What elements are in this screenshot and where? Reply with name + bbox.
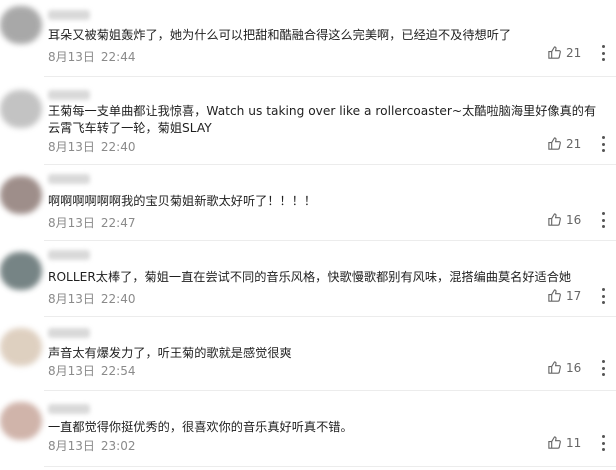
- more-options-icon[interactable]: [596, 212, 610, 228]
- like-button[interactable]: 17: [547, 288, 581, 303]
- avatar[interactable]: [0, 328, 42, 366]
- like-count: 21: [566, 45, 582, 60]
- comment-item: 王菊每一支单曲都让我惊喜，Watch us taking over like a…: [0, 80, 616, 160]
- thumbs-up-icon: [548, 289, 561, 302]
- like-count: 16: [566, 360, 582, 375]
- thumbs-up-icon: [548, 361, 561, 374]
- divider: [44, 76, 616, 77]
- like-button[interactable]: 16: [547, 212, 581, 227]
- divider: [44, 466, 616, 467]
- comment-time: 22:44: [100, 50, 136, 64]
- comment-timestamp: 8月13日 22:40: [48, 290, 136, 307]
- thumbs-up-icon: [548, 137, 561, 150]
- comment-item: 声音太有爆发力了，听王菊的歌就是感觉很爽 8月13日 22:54 16: [0, 320, 616, 390]
- comment-text: 一直都觉得你挺优秀的，很喜欢你的音乐真好听真不错。: [48, 420, 353, 434]
- username-blurred: [48, 404, 90, 414]
- like-button[interactable]: 11: [547, 435, 581, 450]
- comment-time: 22:40: [100, 140, 136, 154]
- like-button[interactable]: 21: [547, 136, 581, 151]
- username-blurred: [48, 10, 90, 20]
- more-options-icon[interactable]: [596, 288, 610, 304]
- comment-time: 23:02: [100, 439, 136, 453]
- divider: [44, 316, 616, 317]
- more-options-icon[interactable]: [596, 45, 610, 61]
- like-button[interactable]: 16: [547, 360, 581, 375]
- comment-text: 耳朵又被菊姐轰炸了，她为什么可以把甜和酷融合得这么完美啊，已经迫不及待想听了: [48, 28, 512, 42]
- like-count: 17: [566, 288, 582, 303]
- like-button[interactable]: 21: [547, 45, 581, 60]
- avatar[interactable]: [0, 90, 42, 128]
- comment-item: 耳朵又被菊姐轰炸了，她为什么可以把甜和酷融合得这么完美啊，已经迫不及待想听了 8…: [0, 0, 616, 64]
- thumbs-up-icon: [548, 46, 561, 59]
- more-options-icon[interactable]: [596, 435, 610, 451]
- divider: [44, 164, 616, 165]
- comment-list: 耳朵又被菊姐轰炸了，她为什么可以把甜和酷融合得这么完美啊，已经迫不及待想听了 8…: [0, 0, 616, 470]
- comment-time: 22:40: [100, 292, 136, 306]
- comment-item: 一直都觉得你挺优秀的，很喜欢你的音乐真好听真不错。 8月13日 23:02 11: [0, 394, 616, 468]
- comment-date: 8月13日: [48, 50, 95, 64]
- comment-text: 啊啊啊啊啊啊我的宝贝菊姐新歌太好听了！！！！: [48, 194, 317, 208]
- comment-item: ROLLER太棒了，菊姐一直在尝试不同的音乐风格，快歌慢歌都别有风味，混搭编曲莫…: [0, 244, 616, 312]
- comment-timestamp: 8月13日 23:02: [48, 437, 136, 454]
- thumbs-up-icon: [548, 436, 561, 449]
- comment-text: ROLLER太棒了，菊姐一直在尝试不同的音乐风格，快歌慢歌都别有风味，混搭编曲莫…: [48, 270, 572, 284]
- like-count: 16: [566, 212, 582, 227]
- more-options-icon[interactable]: [596, 360, 610, 376]
- comment-date: 8月13日: [48, 216, 95, 230]
- comment-timestamp: 8月13日 22:47: [48, 214, 136, 231]
- divider: [44, 240, 616, 241]
- avatar[interactable]: [0, 6, 42, 44]
- more-options-icon[interactable]: [596, 136, 610, 152]
- comment-date: 8月13日: [48, 364, 95, 378]
- comment-text: 王菊每一支单曲都让我惊喜，Watch us taking over like a…: [48, 104, 597, 135]
- comment-text: 声音太有爆发力了，听王菊的歌就是感觉很爽: [48, 346, 292, 360]
- comment-date: 8月13日: [48, 292, 95, 306]
- username-blurred: [48, 250, 90, 260]
- comment-time: 22:54: [100, 364, 136, 378]
- comment-date: 8月13日: [48, 439, 95, 453]
- comment-timestamp: 8月13日 22:54: [48, 362, 136, 379]
- username-blurred: [48, 174, 90, 184]
- comment-time: 22:47: [100, 216, 136, 230]
- comment-date: 8月13日: [48, 140, 95, 154]
- like-count: 11: [566, 435, 582, 450]
- like-count: 21: [566, 136, 582, 151]
- comment-item: 啊啊啊啊啊啊我的宝贝菊姐新歌太好听了！！！！ 8月13日 22:47 16: [0, 168, 616, 236]
- thumbs-up-icon: [548, 213, 561, 226]
- comment-timestamp: 8月13日 22:40: [48, 138, 136, 155]
- avatar[interactable]: [0, 252, 42, 290]
- comment-timestamp: 8月13日 22:44: [48, 48, 136, 65]
- username-blurred: [48, 90, 90, 100]
- username-blurred: [48, 328, 90, 338]
- divider: [44, 390, 616, 391]
- avatar[interactable]: [0, 176, 42, 214]
- avatar[interactable]: [0, 402, 42, 440]
